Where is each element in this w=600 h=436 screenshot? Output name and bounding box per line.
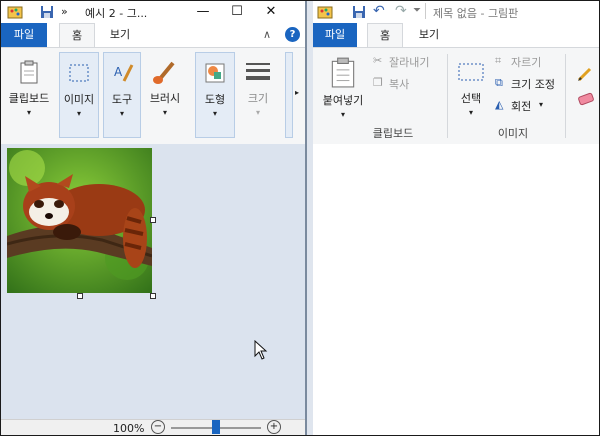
select-button[interactable]: 선택 ▾ [451, 52, 491, 136]
clipboard-icon [331, 57, 355, 88]
minimize-icon[interactable]: — [189, 3, 217, 21]
paint-window-left: » 예시 2 - 그... — ☐ ✕ 파일 홈 보기 ∧ ? 클립보드 ▾ 이… [1, 1, 307, 435]
paint-window-right: ↶ ↷ ⏷ 제목 없음 - 그림판 파일 홈 보기 붙여넣기 ▾ ✂ 잘라내기 … [313, 1, 599, 435]
ribbon-home: 클립보드 ▾ 이미지 ▾ A 도구 ▾ 브러시 ▾ 도형 ▾ 크기 ▾ ▸ [1, 47, 305, 145]
pencil-icon[interactable] [577, 66, 593, 82]
zoom-slider-thumb[interactable] [212, 420, 220, 434]
image-button[interactable]: 이미지 ▾ [59, 52, 99, 138]
help-icon[interactable]: ? [285, 27, 300, 42]
paint-app-icon [317, 6, 333, 19]
zoom-in-icon[interactable]: + [267, 420, 281, 434]
tab-home[interactable]: 홈 [59, 23, 95, 48]
redo-icon[interactable]: ↷ [395, 3, 407, 19]
tab-view[interactable]: 보기 [409, 23, 449, 47]
eraser-icon[interactable] [577, 92, 595, 106]
paint-app-icon [7, 6, 23, 19]
select-rect-icon [458, 63, 484, 81]
tab-file[interactable]: 파일 [313, 23, 357, 47]
group-label-image: 이미지 [497, 127, 529, 140]
save-icon[interactable] [351, 4, 367, 20]
tab-file[interactable]: 파일 [1, 23, 47, 47]
customize-qat-icon[interactable]: ⏷ [413, 5, 421, 16]
undo-icon[interactable]: ↶ [373, 3, 385, 19]
group-label-clipboard: 클립보드 [372, 127, 414, 140]
ribbon-tabs: 파일 홈 보기 ∧ ? [1, 23, 305, 48]
tab-home[interactable]: 홈 [367, 23, 403, 48]
brush-icon [153, 61, 175, 84]
overflow-icon[interactable]: » [61, 5, 68, 18]
tools-button[interactable]: A 도구 ▾ [103, 52, 141, 138]
collapse-ribbon-icon[interactable]: ∧ [263, 28, 271, 41]
zoom-level: 100% [113, 422, 145, 435]
zoom-out-icon[interactable]: − [151, 420, 165, 434]
red-panda-picture [7, 148, 152, 293]
paste-button[interactable]: 붙여넣기 ▾ [317, 52, 369, 136]
resize-handle-right[interactable] [150, 217, 156, 223]
size-lines-icon [246, 63, 270, 80]
clipboard-icon [20, 60, 38, 84]
ribbon-scroll[interactable] [285, 52, 293, 138]
maximize-icon[interactable]: ☐ [223, 3, 251, 21]
tab-view[interactable]: 보기 [101, 23, 139, 47]
window-title: 예시 2 - 그... [85, 7, 148, 20]
select-rect-icon [69, 64, 89, 82]
resize-handle-bottom[interactable] [77, 293, 83, 299]
status-bar: 100% − + [1, 419, 305, 435]
window-title: 제목 없음 - 그림판 [433, 7, 519, 20]
copy-icon: ❐ [373, 76, 383, 89]
red-panda-image[interactable] [7, 148, 152, 293]
canvas-area-right[interactable] [313, 144, 599, 435]
screen: » 예시 2 - 그... — ☐ ✕ 파일 홈 보기 ∧ ? 클립보드 ▾ 이… [0, 0, 600, 436]
save-icon[interactable] [39, 4, 55, 20]
shapes-button[interactable]: 도형 ▾ [195, 52, 235, 138]
svg-text:A: A [114, 65, 123, 79]
tools-icon: A [114, 64, 134, 82]
rotate-icon: ◭ [495, 98, 504, 111]
close-icon[interactable]: ✕ [257, 3, 285, 21]
scissors-icon: ✂ [373, 54, 383, 67]
title-bar-right[interactable]: ↶ ↷ ⏷ 제목 없음 - 그림판 [313, 1, 599, 23]
ribbon-tabs-right: 파일 홈 보기 [313, 23, 599, 48]
mouse-cursor-icon [254, 340, 268, 360]
crop-icon: ⌗ [495, 54, 502, 67]
shapes-icon [205, 63, 225, 83]
ribbon-scroll-right-icon[interactable]: ▸ [295, 88, 299, 97]
brushes-button[interactable]: 브러시 ▾ [143, 52, 187, 136]
clipboard-button[interactable]: 클립보드 ▾ [5, 52, 53, 136]
resize-icon: ⧉ [495, 76, 503, 89]
resize-handle-corner[interactable] [150, 293, 156, 299]
size-button[interactable]: 크기 ▾ [239, 52, 277, 136]
title-bar[interactable]: » 예시 2 - 그... — ☐ ✕ [1, 1, 305, 23]
ribbon-home-right: 붙여넣기 ▾ ✂ 잘라내기 ❐ 복사 클립보드 선택 ▾ ⌗ 자르기 ⧉ 크기 … [313, 47, 599, 145]
